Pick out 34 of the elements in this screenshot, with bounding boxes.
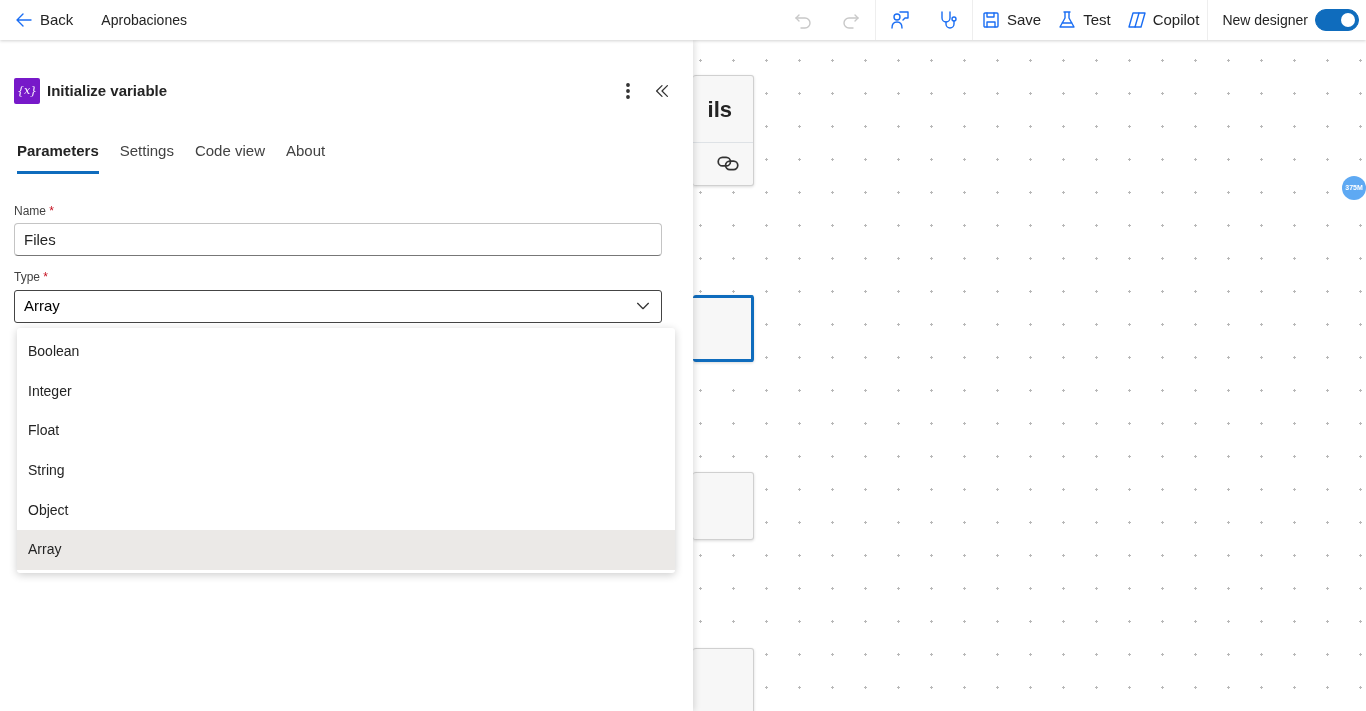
panel-title: Initialize variable <box>47 80 169 101</box>
toggle-label: New designer <box>1222 10 1308 30</box>
required-mark: * <box>43 270 49 284</box>
flow-card[interactable]: ils <box>693 75 754 186</box>
flow-card[interactable] <box>693 295 754 362</box>
back-button[interactable]: Back <box>0 0 88 40</box>
double-chevron-icon <box>653 82 671 100</box>
copilot-icon <box>1126 10 1147 30</box>
panel-tab[interactable]: Parameters <box>17 140 99 174</box>
save-button[interactable]: Save <box>972 0 1050 40</box>
name-field[interactable]: Files <box>14 223 662 256</box>
dropdown-option[interactable]: Array <box>17 529 675 570</box>
dropdown-option[interactable]: Integer <box>17 371 675 411</box>
flow-title: Aprobaciones <box>101 10 187 30</box>
test-button[interactable]: Test <box>1049 0 1119 40</box>
person-chat-icon[interactable] <box>889 10 910 30</box>
copilot-button[interactable]: Copilot <box>1118 0 1208 40</box>
more-icon <box>626 83 630 99</box>
panel-tab[interactable]: About <box>286 140 326 174</box>
dropdown-option[interactable]: Object <box>17 490 675 530</box>
dropdown-option[interactable]: String <box>17 450 675 491</box>
variable-icon: {x} <box>14 78 40 104</box>
dropdown-option[interactable]: Float <box>17 410 675 451</box>
save-icon <box>980 10 1001 30</box>
required-mark: * <box>49 203 55 218</box>
field-label: Name <box>14 203 46 218</box>
field-label: Type <box>14 270 40 284</box>
type-dropdown[interactable]: Array <box>14 289 662 323</box>
panel-tab[interactable]: Settings <box>119 140 174 174</box>
panel-tab[interactable]: Code view <box>194 140 265 174</box>
dropdown-option[interactable]: Boolean <box>17 331 675 372</box>
flask-icon <box>1057 10 1078 30</box>
toggle-switch[interactable] <box>1315 9 1359 31</box>
card-title: ils <box>707 95 732 124</box>
